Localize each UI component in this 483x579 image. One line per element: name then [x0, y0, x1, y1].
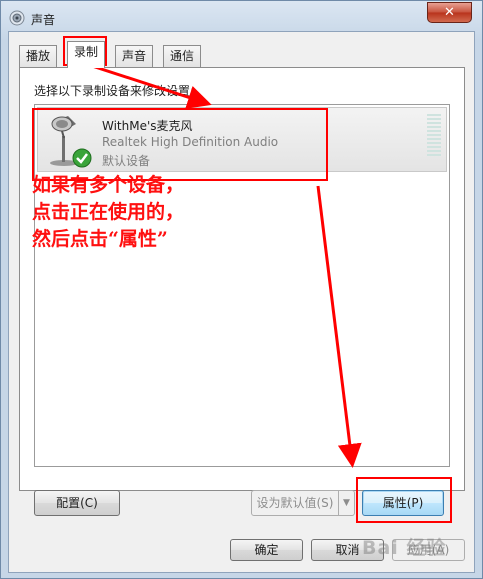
tab-communications[interactable]: 通信	[163, 45, 202, 67]
tab-sounds[interactable]: 声音	[115, 45, 154, 67]
instruction-label: 选择以下录制设备来修改设置:	[34, 84, 195, 98]
watermark: Bai 经验	[362, 537, 447, 559]
tab-recording[interactable]: 录制	[67, 41, 106, 68]
level-meter	[427, 114, 441, 156]
annotation-line: 然后点击“属性”	[32, 228, 168, 250]
set-default-button[interactable]: 设为默认值(S)	[251, 490, 339, 516]
annotation-line: 点击正在使用的，	[32, 201, 185, 223]
tab-playback[interactable]: 播放	[19, 45, 58, 67]
annotation-text: 如果有多个设备， 点击正在使用的， 然后点击“属性”	[32, 172, 184, 253]
highlight-properties	[356, 477, 452, 523]
configure-button[interactable]: 配置(C)	[34, 490, 120, 516]
highlight-device	[32, 108, 328, 181]
close-button[interactable]: ✕	[427, 2, 472, 23]
window-title: 声音	[31, 13, 56, 27]
chevron-down-icon[interactable]: ▼	[338, 490, 355, 516]
speaker-icon	[9, 10, 25, 26]
ok-button[interactable]: 确定	[230, 539, 303, 561]
title-bar[interactable]: 声音 ✕	[1, 1, 482, 35]
annotation-line: 如果有多个设备，	[32, 174, 185, 196]
